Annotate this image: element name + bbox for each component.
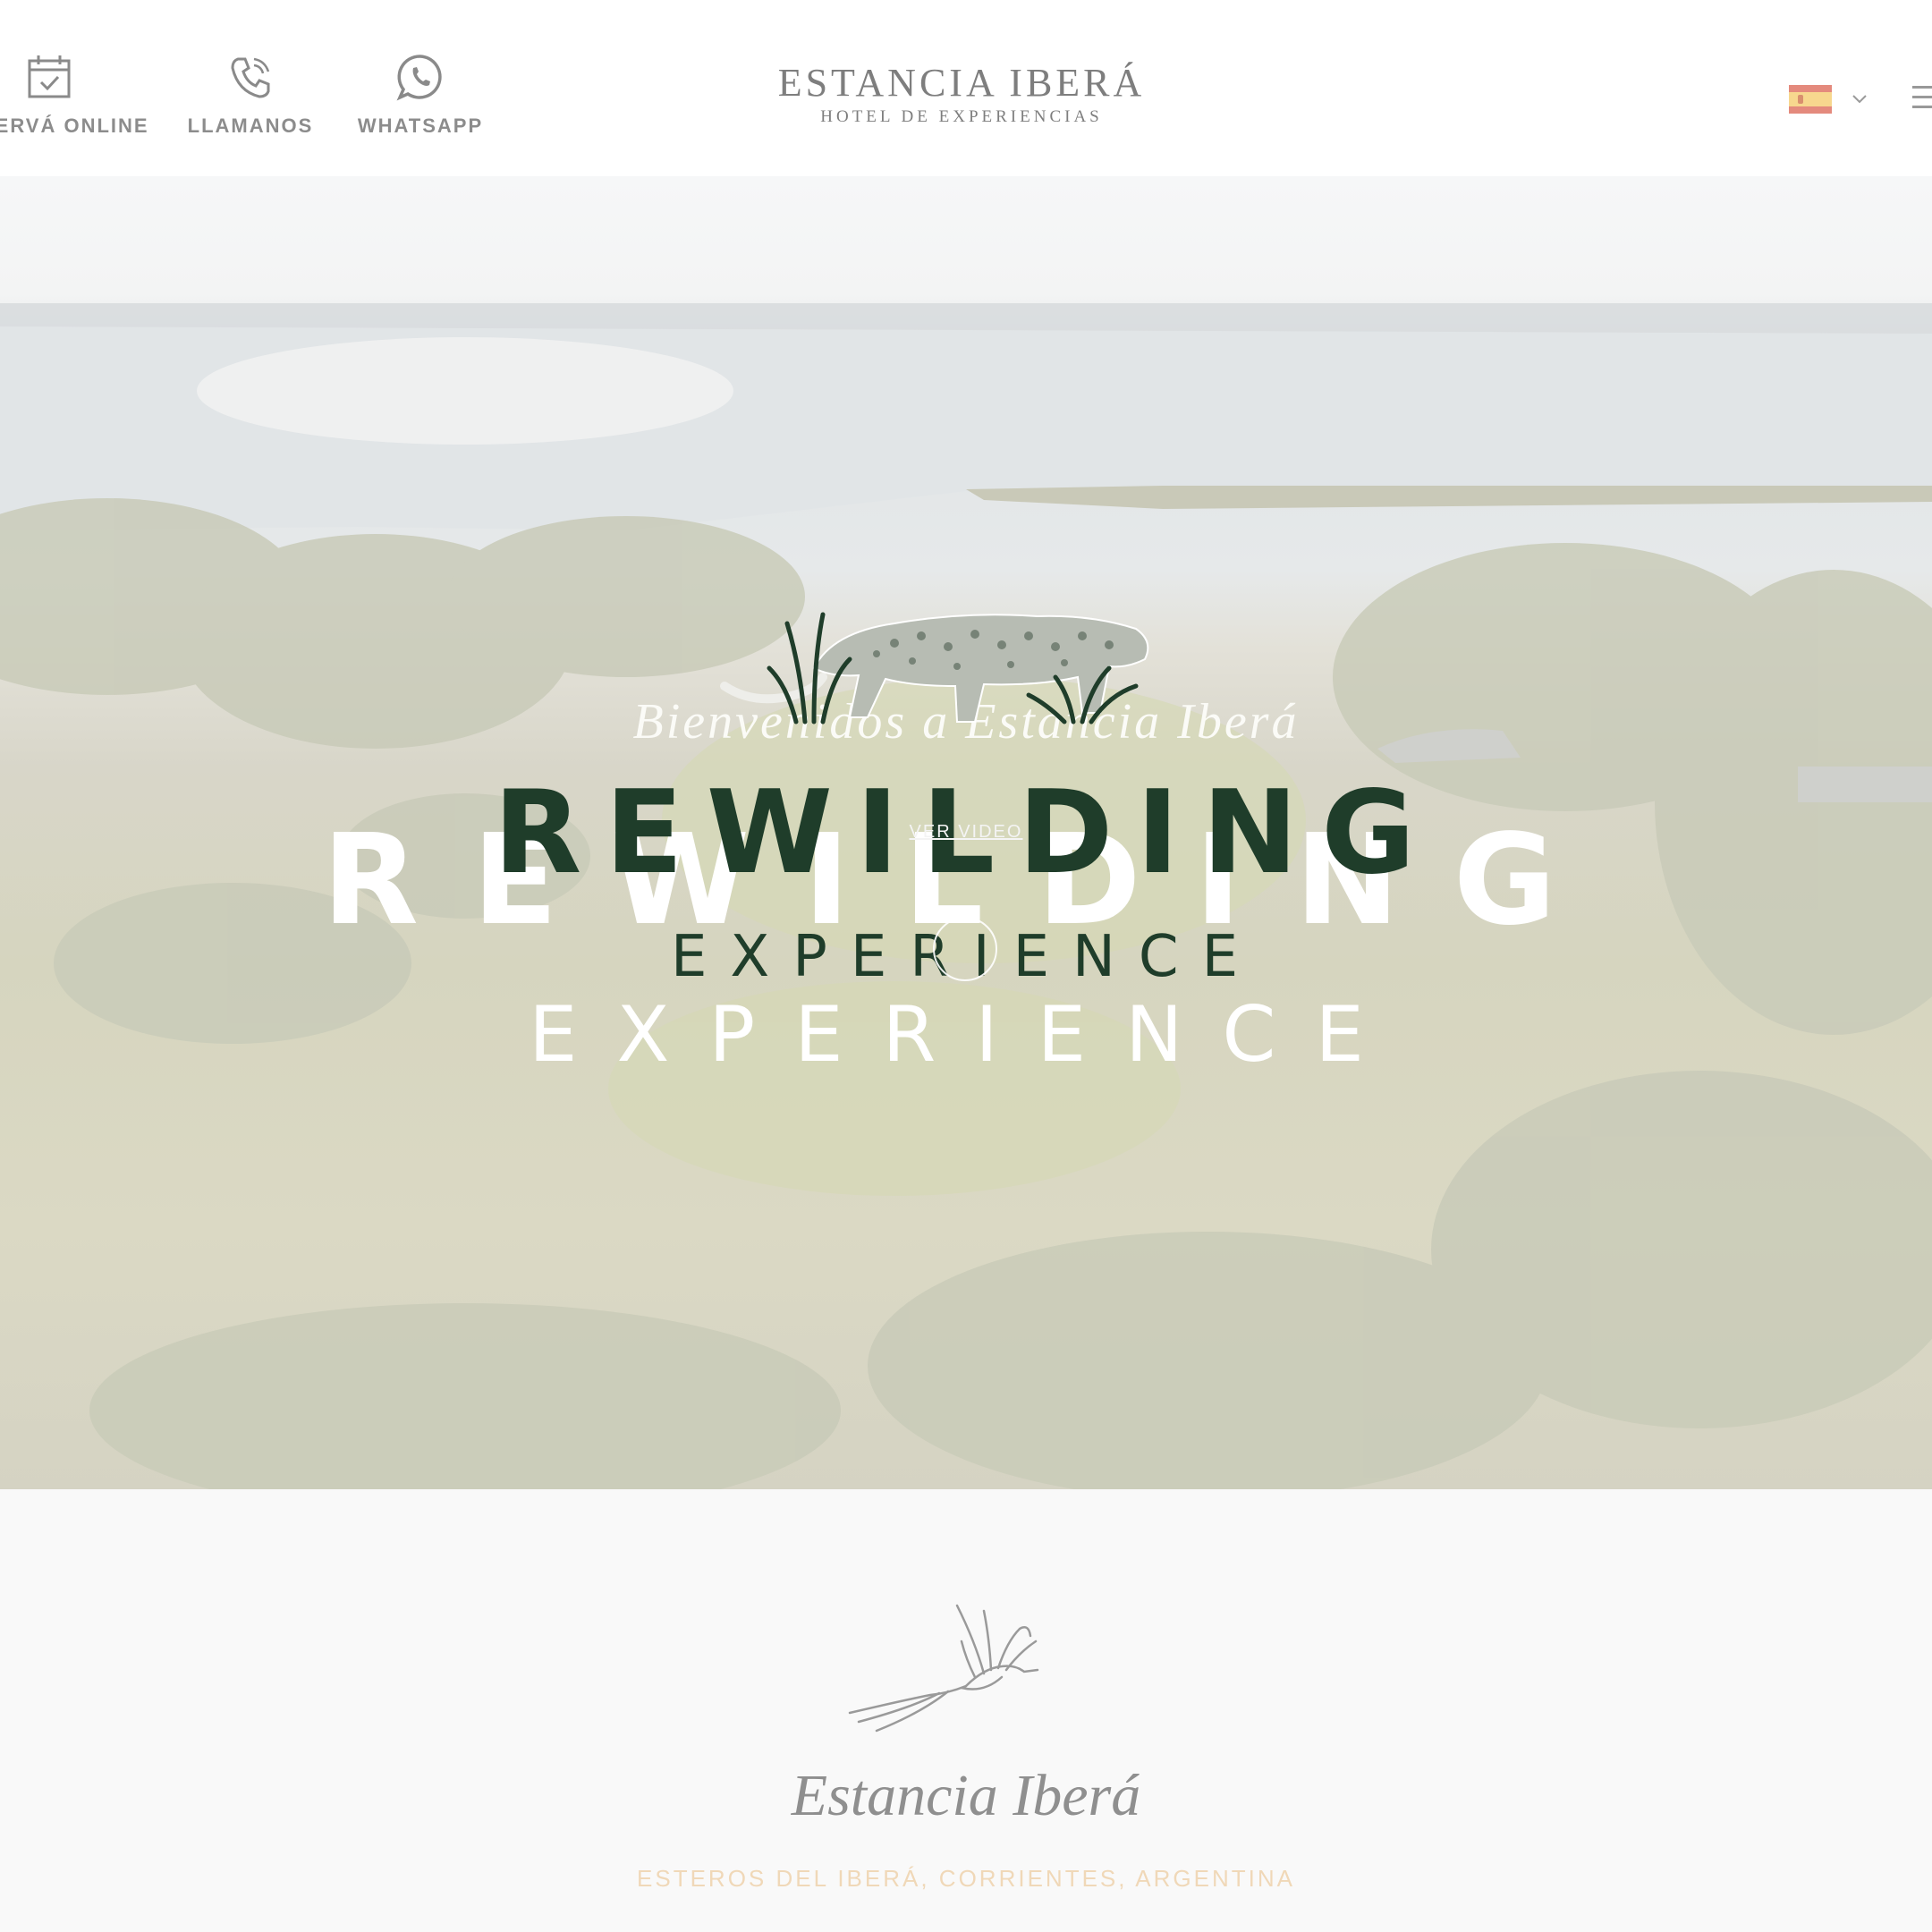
brand-tagline: HOTEL DE EXPERIENCIAS: [820, 107, 1103, 126]
site-header: RESERVÁ ONLINE LLAMANOS WHATSAPP ESTANCI…: [0, 0, 1932, 176]
experience-subtitle-large: EXPERIENCE: [529, 990, 1403, 1080]
calendar-check-icon: [28, 55, 71, 98]
phone-icon: [231, 57, 270, 98]
brand-name: ESTANCIA IBERÁ: [777, 61, 1146, 105]
watch-video-link[interactable]: VER VIDEO: [877, 822, 1055, 843]
jaguar-logo-icon: [720, 612, 1149, 724]
location-subtitle: ESTEROS DEL IBERÁ, CORRIENTES, ARGENTINA: [637, 1865, 1295, 1892]
call-us-label: LLAMANOS: [187, 114, 314, 137]
intro-section: Estancia Iberá ESTEROS DEL IBERÁ, CORRIE…: [0, 1489, 1932, 1932]
hamburger-menu-icon[interactable]: [1912, 86, 1932, 109]
language-selector[interactable]: [1789, 85, 1869, 114]
call-us-button[interactable]: LLAMANOS: [183, 52, 318, 138]
reserve-online-button[interactable]: RESERVÁ ONLINE: [0, 52, 152, 138]
intro-title: Estancia Iberá: [791, 1763, 1141, 1828]
whatsapp-icon: [396, 55, 442, 101]
spain-flag-icon: [1789, 85, 1832, 114]
whatsapp-button[interactable]: WHATSAPP: [353, 52, 487, 138]
hero-video-banner: Bienvenidos a Estancia Iberá REWILDING E…: [0, 176, 1932, 1489]
brand-logo[interactable]: ESTANCIA IBERÁ HOTEL DE EXPERIENCIAS: [751, 61, 1172, 127]
chevron-down-icon: [1852, 95, 1867, 104]
bird-icon: [848, 1604, 1039, 1733]
whatsapp-label: WHATSAPP: [357, 114, 484, 137]
play-icon[interactable]: [933, 917, 997, 981]
reserve-online-label: RESERVÁ ONLINE: [0, 114, 149, 137]
